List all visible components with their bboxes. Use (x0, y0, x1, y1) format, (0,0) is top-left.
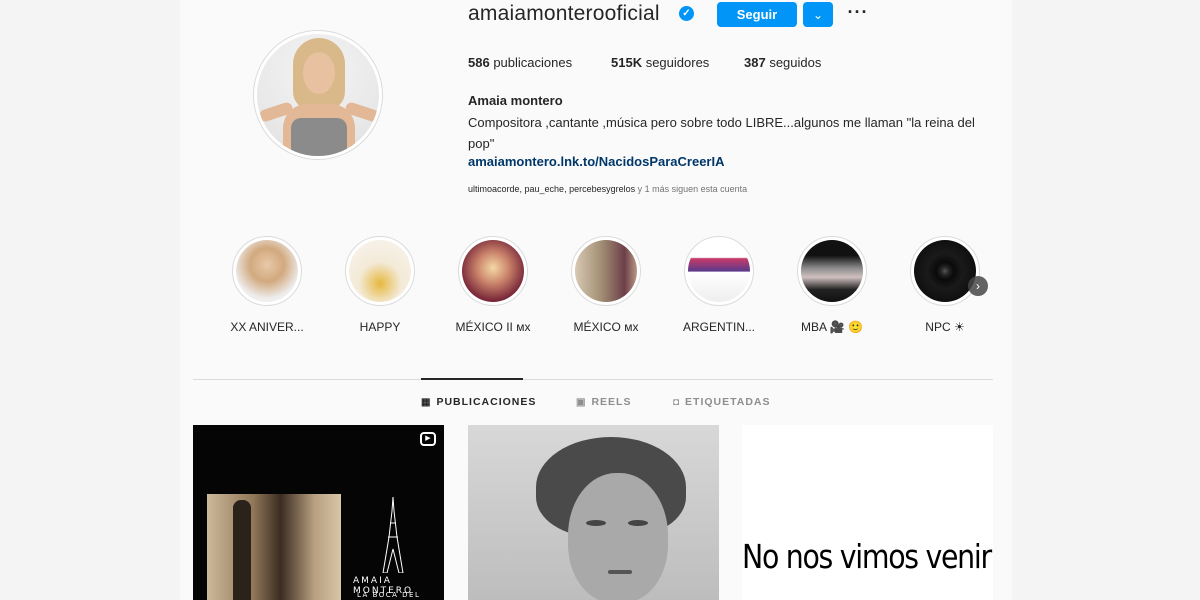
highlight-cover (797, 236, 867, 306)
highlights-next-icon[interactable]: › (968, 276, 988, 296)
highlight-cover (345, 236, 415, 306)
verified-badge-icon: ✓ (679, 6, 694, 21)
highlight-label: ARGENTIN... (682, 320, 755, 334)
profile-external-link[interactable]: amaiamontero.lnk.to/NacidosParaCreerIA (468, 154, 724, 169)
highlight-item[interactable]: ARGENTIN... (674, 236, 764, 334)
highlight-cover (684, 236, 754, 306)
post-text: No nos vimos venir (742, 537, 992, 576)
tagged-icon: ◘ (673, 397, 681, 408)
more-options-icon[interactable]: ··· (846, 2, 870, 26)
tabs-divider (193, 379, 993, 380)
reels-icon: ▣ (576, 397, 587, 408)
highlight-item[interactable]: MBA 🎥 🙂 (787, 236, 877, 334)
avatar-photo (257, 34, 379, 156)
stat-followers-label: seguidores (645, 55, 710, 70)
followed-by-names: ultimoacorde, pau_eche, percebesygrelos (468, 184, 636, 194)
highlight-label: NPC ☀ (925, 320, 965, 334)
stat-posts: 586 publicaciones (468, 55, 572, 70)
followed-by-suffix: y 1 más siguen esta cuenta (635, 184, 748, 194)
post-thumbnail[interactable] (468, 425, 719, 600)
profile-avatar[interactable] (253, 30, 383, 160)
highlight-label: MBA 🎥 🙂 (801, 320, 863, 334)
stat-followers[interactable]: 515K seguidores (611, 55, 709, 70)
suggested-accounts-dropdown-button[interactable]: ⌄ (803, 2, 833, 27)
stat-followers-count: 515K (611, 55, 643, 70)
highlight-label: MÉXICO ᴍx (573, 320, 639, 334)
profile-full-name: Amaia montero (468, 93, 563, 108)
highlight-label: HAPPY (359, 320, 401, 334)
profile-bio: Compositora ,cantante ,música pero sobre… (468, 115, 975, 151)
tab-label: REELS (591, 396, 632, 408)
tab-publicaciones[interactable]: ▦ PUBLICACIONES (421, 396, 536, 408)
active-tab-indicator (421, 378, 523, 380)
grid-icon: ▦ (421, 397, 432, 408)
eiffel-tower-icon (382, 497, 404, 573)
tab-etiquetadas[interactable]: ◘ ETIQUETADAS (673, 396, 771, 408)
highlight-label: XX ANIVER... (230, 320, 304, 334)
tab-label: PUBLICACIONES (436, 396, 537, 408)
post-photo (568, 473, 668, 600)
tab-label: ETIQUETADAS (685, 396, 771, 408)
highlight-item[interactable]: MÉXICO II ᴍx (448, 236, 538, 334)
profile-username: amaiamonterooficial (468, 2, 660, 25)
follow-button[interactable]: Seguir (717, 2, 797, 27)
post-photo (207, 494, 341, 600)
post-subtitle-text: LA BOCA DEL LOBO (357, 591, 421, 600)
tab-reels[interactable]: ▣ REELS (576, 396, 631, 408)
stat-following[interactable]: 387 seguidos (744, 55, 821, 70)
post-thumbnail[interactable]: ▶ AMAIA MONTERO LA BOCA DEL LOBO (193, 425, 444, 600)
highlight-cover (910, 236, 980, 306)
followed-by-text[interactable]: ultimoacorde, pau_eche, percebesygrelos … (468, 184, 747, 194)
stat-posts-label: publicaciones (493, 55, 573, 70)
highlight-cover (458, 236, 528, 306)
highlight-cover (571, 236, 641, 306)
stat-following-label: seguidos (769, 55, 822, 70)
stat-posts-count: 586 (468, 55, 490, 70)
highlight-item[interactable]: XX ANIVER... (222, 236, 312, 334)
highlight-cover (232, 236, 302, 306)
highlight-label: MÉXICO II ᴍx (455, 320, 531, 334)
post-thumbnail[interactable]: No nos vimos venir (742, 425, 993, 600)
reel-indicator-icon: ▶ (420, 432, 436, 446)
highlight-item[interactable]: MÉXICO ᴍx (561, 236, 651, 334)
highlight-item[interactable]: HAPPY (335, 236, 425, 334)
stat-following-count: 387 (744, 55, 766, 70)
